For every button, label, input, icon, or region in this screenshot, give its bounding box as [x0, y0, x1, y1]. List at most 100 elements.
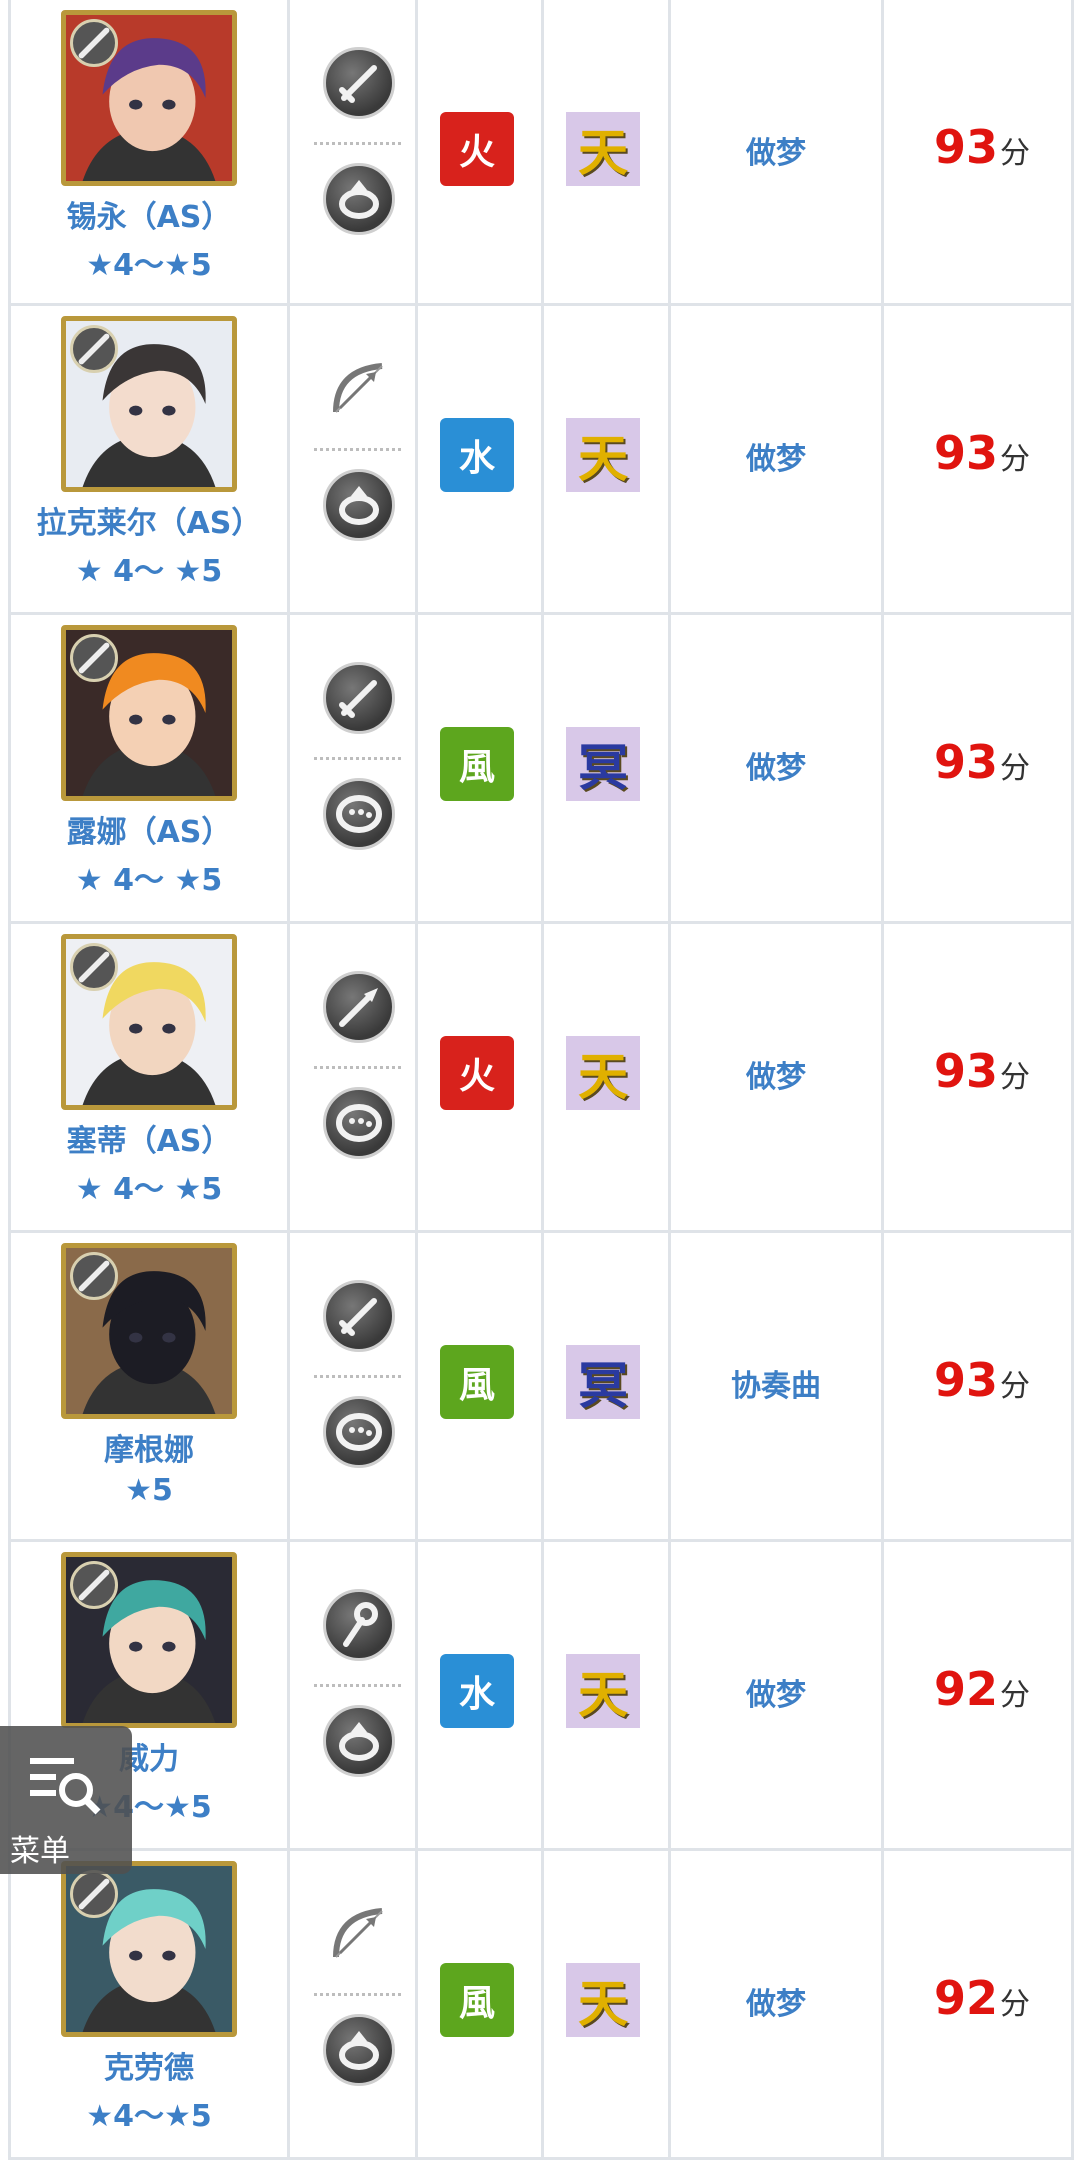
- character-portrait[interactable]: [61, 1552, 237, 1728]
- table-row[interactable]: 威力 ★4～★5 水 天 做梦 92分: [8, 1542, 1074, 1851]
- table-row[interactable]: 摩根娜 ★5 風 冥 协奏曲 93分: [8, 1233, 1074, 1542]
- score-value: 93: [934, 1353, 999, 1407]
- class-badge: 天: [566, 418, 640, 492]
- equipment-cell: [290, 1851, 418, 2157]
- character-rarity: ★5: [125, 1473, 173, 1508]
- weapon-badge-icon: [70, 943, 118, 991]
- score-value: 92: [934, 1662, 999, 1716]
- staff-icon: [323, 1589, 395, 1661]
- table-row[interactable]: 露娜（AS） ★ 4～ ★5 風 冥 做梦 93分: [8, 615, 1074, 924]
- weapon-badge-icon: [70, 634, 118, 682]
- class-badge: 冥: [566, 727, 640, 801]
- separator: [314, 757, 401, 760]
- table-row[interactable]: 塞蒂（AS） ★ 4～ ★5 火 天 做梦 93分: [8, 924, 1074, 1233]
- attribute-badge: 火: [440, 1036, 514, 1110]
- class-badge: 天: [566, 112, 640, 186]
- character-portrait[interactable]: [61, 316, 237, 492]
- weapon-badge-icon: [70, 1252, 118, 1300]
- equipment-cell: [290, 0, 418, 303]
- equipment-cell: [290, 306, 418, 612]
- score: 92分: [934, 1662, 1030, 1716]
- sword-icon: [323, 47, 395, 119]
- score: 93分: [934, 1044, 1030, 1098]
- score-unit: 分: [1000, 442, 1031, 477]
- type-link[interactable]: 协奏曲: [671, 1361, 881, 1405]
- type-link[interactable]: 做梦: [671, 434, 881, 478]
- character-portrait[interactable]: [61, 934, 237, 1110]
- score: 93分: [934, 735, 1030, 789]
- score-unit: 分: [1000, 1060, 1031, 1095]
- character-cell[interactable]: 锡永（AS） ★4～★5: [8, 0, 290, 303]
- table-row[interactable]: 锡永（AS） ★4～★5 火 天 做梦 93分: [8, 0, 1074, 306]
- equipment-cell: [290, 924, 418, 1230]
- attribute-cell: 水: [418, 1542, 544, 1848]
- class-badge: 冥: [566, 1345, 640, 1419]
- type-link[interactable]: 做梦: [671, 1979, 881, 2023]
- type-cell: 协奏曲: [671, 1233, 884, 1539]
- equipment-cell: [290, 1233, 418, 1539]
- score-unit: 分: [1000, 136, 1031, 171]
- table-row[interactable]: 拉克莱尔（AS） ★ 4～ ★5 水 天 做梦 93分: [8, 306, 1074, 615]
- attribute-badge: 風: [440, 727, 514, 801]
- character-cell[interactable]: 露娜（AS） ★ 4～ ★5: [8, 615, 290, 921]
- separator: [314, 1993, 401, 1996]
- attribute-badge: 風: [440, 1963, 514, 2037]
- attribute-badge: 水: [440, 1654, 514, 1728]
- menu-search-icon: [30, 1758, 101, 1815]
- character-name[interactable]: 露娜（AS）: [11, 807, 287, 851]
- separator: [314, 1375, 401, 1378]
- type-link[interactable]: 做梦: [671, 743, 881, 787]
- bracelet-icon: [323, 1087, 395, 1159]
- bracelet-icon: [323, 778, 395, 850]
- character-cell[interactable]: 克劳德 ★4～★5: [8, 1851, 290, 2157]
- score-cell: 93分: [884, 0, 1074, 303]
- class-cell: 天: [544, 1851, 671, 2157]
- attribute-cell: 水: [418, 306, 544, 612]
- character-name[interactable]: 塞蒂（AS）: [11, 1116, 287, 1160]
- class-badge: 天: [566, 1963, 640, 2037]
- character-name[interactable]: 克劳德: [11, 2043, 287, 2087]
- type-cell: 做梦: [671, 924, 884, 1230]
- character-name[interactable]: 锡永（AS）: [11, 192, 287, 236]
- weapon-badge-icon: [70, 1870, 118, 1918]
- character-cell[interactable]: 塞蒂（AS） ★ 4～ ★5: [8, 924, 290, 1230]
- character-cell[interactable]: 摩根娜 ★5: [8, 1233, 290, 1539]
- character-rarity: ★ 4～ ★5: [75, 863, 223, 898]
- equipment-cell: [290, 615, 418, 921]
- table-row[interactable]: 克劳德 ★4～★5 風 天 做梦 92分: [8, 1851, 1074, 2160]
- character-name[interactable]: 摩根娜: [11, 1425, 287, 1469]
- character-portrait[interactable]: [61, 1861, 237, 2037]
- ring-icon: [323, 163, 395, 235]
- weapon-badge-icon: [70, 19, 118, 67]
- character-portrait[interactable]: [61, 10, 237, 186]
- score: 93分: [934, 120, 1030, 174]
- score: 93分: [934, 1353, 1030, 1407]
- type-cell: 做梦: [671, 1542, 884, 1848]
- score-value: 93: [934, 735, 999, 789]
- score-cell: 93分: [884, 924, 1074, 1230]
- score-cell: 93分: [884, 1233, 1074, 1539]
- score-unit: 分: [1000, 751, 1031, 786]
- character-cell[interactable]: 拉克莱尔（AS） ★ 4～ ★5: [8, 306, 290, 612]
- type-link[interactable]: 做梦: [671, 128, 881, 172]
- spear-icon: [323, 971, 395, 1043]
- equipment-cell: [290, 1542, 418, 1848]
- score-unit: 分: [1000, 1678, 1031, 1713]
- character-rarity: ★ 4～ ★5: [75, 554, 223, 589]
- character-name[interactable]: 拉克莱尔（AS）: [11, 498, 287, 542]
- ring-icon: [323, 2014, 395, 2086]
- attribute-cell: 風: [418, 1233, 544, 1539]
- type-link[interactable]: 做梦: [671, 1670, 881, 1714]
- character-portrait[interactable]: [61, 625, 237, 801]
- score-unit: 分: [1000, 1369, 1031, 1404]
- type-cell: 做梦: [671, 1851, 884, 2157]
- menu-button[interactable]: 菜单: [0, 1726, 132, 1874]
- attribute-badge: 火: [440, 112, 514, 186]
- score: 92分: [934, 1971, 1030, 2025]
- type-link[interactable]: 做梦: [671, 1052, 881, 1096]
- score: 93分: [934, 426, 1030, 480]
- attribute-badge: 水: [440, 418, 514, 492]
- menu-label: 菜单: [10, 1834, 70, 1869]
- ring-icon: [323, 1705, 395, 1777]
- character-portrait[interactable]: [61, 1243, 237, 1419]
